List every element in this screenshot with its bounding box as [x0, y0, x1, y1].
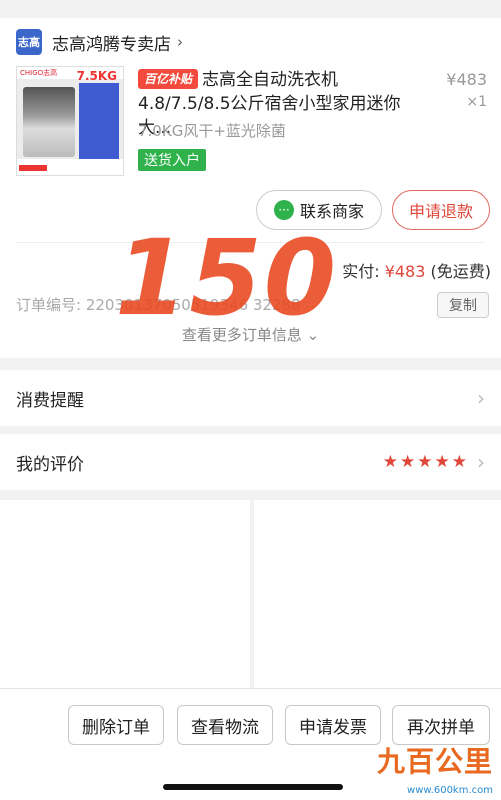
chevron-down-icon: ⌄ [306, 326, 320, 344]
order-number: 22030137050519346 32288 [85, 296, 301, 314]
watermark-url: www.600km.com [407, 785, 493, 796]
more-order-info[interactable]: 查看更多订单信息 ⌄ [0, 324, 501, 345]
recommendation-card[interactable] [254, 500, 501, 688]
chevron-right-icon: › [177, 33, 183, 51]
delete-order-button[interactable]: 删除订单 [68, 705, 164, 745]
my-review-row[interactable]: 我的评价 ★★★★★ › [0, 434, 501, 490]
view-logistics-button[interactable]: 查看物流 [177, 705, 273, 745]
order-number-row: 订单编号: 22030137050519346 32288 [16, 294, 301, 315]
reminder-label: 消费提醒 [16, 390, 84, 411]
rebuy-group-button[interactable]: 再次拼单 [392, 705, 490, 745]
shop-row[interactable]: 志高 志高鸿腾专卖店 › [16, 28, 183, 56]
thumbnail-brand: CHIGO志高 [20, 69, 58, 77]
shop-logo: 志高 [16, 29, 42, 55]
recommendation-card[interactable] [0, 500, 250, 688]
order-card: 志高 志高鸿腾专卖店 › CHIGO志高 7.5KG 百亿补贴 志高全自动洗衣机4… [0, 18, 501, 358]
contact-seller-label: 联系商家 [299, 202, 364, 221]
request-invoice-button[interactable]: 申请发票 [285, 705, 381, 745]
home-indicator[interactable] [163, 784, 343, 790]
feature-panel [79, 83, 119, 161]
paid-amount: ¥483 [384, 262, 426, 281]
bottom-action-bar: 删除订单 查看物流 申请发票 再次拼单 九百公里 www.600km.com [0, 688, 501, 800]
product-quantity: ×1 [466, 94, 487, 110]
more-order-info-label: 查看更多订单信息 [181, 326, 302, 344]
chat-icon: ··· [273, 200, 294, 220]
rating-stars: ★★★★★ [382, 452, 469, 472]
washing-machine-image [23, 87, 75, 157]
recommendation-area [0, 500, 501, 688]
product-thumbnail[interactable]: CHIGO志高 7.5KG [16, 66, 124, 176]
paid-label: 实付: [342, 262, 380, 281]
copy-button[interactable]: 复制 [437, 292, 489, 318]
chevron-right-icon: › [477, 386, 485, 410]
shop-name[interactable]: 志高鸿腾专卖店 [52, 30, 171, 55]
thumbnail-capacity: 7.5KG [76, 69, 117, 83]
subsidy-badge: 百亿补贴 [138, 69, 199, 89]
consumption-reminder-row[interactable]: 消费提醒 › [0, 370, 501, 426]
watermark-logo: 九百公里 [376, 745, 493, 778]
product-price: ¥483 [446, 70, 487, 89]
review-label: 我的评价 [16, 454, 84, 475]
shipping-note: (免运费) [430, 262, 492, 281]
divider [16, 242, 485, 243]
request-refund-button[interactable]: 申请退款 [392, 190, 490, 230]
product-spec: 7.0KG风干+蓝光除菌 [138, 122, 286, 140]
contact-seller-button[interactable]: ··· 联系商家 [256, 190, 382, 230]
payment-summary: 实付: ¥483 (免运费) [342, 258, 491, 282]
order-number-label: 订单编号: [16, 296, 82, 314]
delivery-badge: 送货入户 [138, 149, 206, 171]
chevron-right-icon: › [477, 450, 485, 474]
